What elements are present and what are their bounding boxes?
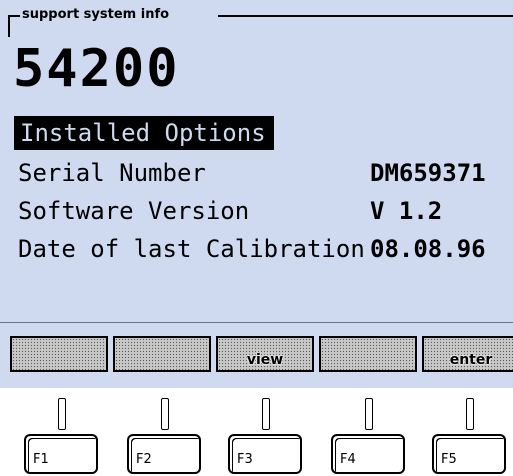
- calibration-date-label: Date of last Calibration: [18, 235, 365, 263]
- serial-number-label: Serial Number: [18, 159, 206, 187]
- frame-left-line: [8, 15, 10, 37]
- connector-f1: [58, 398, 66, 430]
- frame-top-right-line: [218, 15, 513, 17]
- connector-f5: [466, 398, 474, 430]
- function-key-f1[interactable]: F1: [24, 434, 98, 474]
- softkey-4[interactable]: [319, 336, 417, 372]
- calibration-date-value: 08.08.96: [370, 235, 486, 263]
- connector-f3: [262, 398, 270, 430]
- function-key-f4[interactable]: F4: [331, 434, 405, 474]
- menu-item-installed-options[interactable]: Installed Options: [14, 116, 274, 150]
- connector-f2: [161, 398, 169, 430]
- lcd-screen: support system info 54200 Installed Opti…: [0, 0, 513, 388]
- softkey-1[interactable]: [10, 336, 108, 372]
- function-key-f2[interactable]: F2: [127, 434, 201, 474]
- frame-title: support system info: [20, 7, 172, 22]
- softkey-divider: [0, 322, 513, 323]
- model-number: 54200: [13, 39, 180, 99]
- softkey-view[interactable]: view: [216, 336, 314, 372]
- softkey-enter[interactable]: enter: [422, 336, 513, 372]
- function-key-f5[interactable]: F5: [432, 434, 506, 474]
- serial-number-value: DM659371: [370, 159, 486, 187]
- software-version-value: V 1.2: [370, 197, 443, 225]
- software-version-label: Software Version: [18, 197, 250, 225]
- function-key-f3[interactable]: F3: [228, 434, 302, 474]
- connector-f4: [365, 398, 373, 430]
- softkey-2[interactable]: [113, 336, 211, 372]
